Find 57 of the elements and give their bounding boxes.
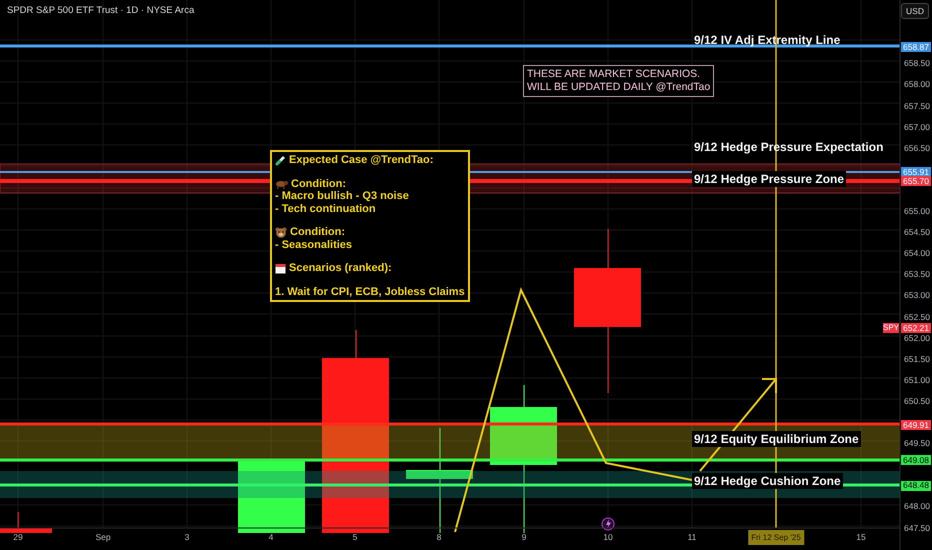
price-tick-label: 657.50	[904, 102, 930, 110]
level-label: 9/12 Hedge Pressure Zone	[692, 171, 846, 187]
calendar-icon	[275, 262, 286, 274]
date-tick-label: 11	[688, 533, 696, 542]
price-tick-label: 654.50	[904, 228, 930, 237]
note-heading: Condition:	[291, 178, 346, 190]
date-tick-label: 10	[603, 533, 613, 542]
note-line: 1. Wait for CPI, ECB, Jobless Claims	[275, 286, 465, 298]
symbol-title: SPDR S&P 500 ETF Trust · 1D · NYSE Arca	[7, 4, 194, 18]
price-tick-label: 652.50	[904, 312, 930, 321]
date-tick-label: 29	[13, 533, 23, 542]
scenario-notice: THESE ARE MARKET SCENARIOS. WILL BE UPDATED DAILY @TrendTao	[523, 65, 714, 97]
price-marker: 655.70	[901, 176, 931, 186]
price-tick-label: 658.50	[904, 59, 930, 68]
date-tick-label: 15	[856, 533, 866, 542]
price-tick-label: 653.50	[904, 270, 930, 279]
note-line: - Seasonalities	[275, 238, 354, 251]
price-tick-label: 653.00	[904, 291, 930, 300]
price-marker: 652.21	[901, 323, 931, 334]
price-tick-label: 656.50	[904, 144, 930, 152]
price-tick-label: 652.00	[904, 334, 930, 342]
price-marker: 658.87	[901, 42, 931, 52]
price-tick-label: 651.00	[904, 376, 930, 384]
date-tick-label: Sep	[95, 533, 111, 542]
level-label: 9/12 Equity Equilibrium Zone	[692, 431, 861, 447]
price-tick-label: 657.00	[904, 122, 930, 132]
note-line: - Tech continuation	[275, 202, 377, 215]
price-marker: 649.08	[901, 455, 931, 466]
price-tick-label: 648.00	[904, 502, 930, 511]
date-tick-label: 8	[436, 533, 442, 542]
price-marker: 655.91	[901, 167, 931, 178]
candle	[0, 512, 52, 533]
bull-icon	[275, 178, 288, 189]
crosshair-date-label: Fri 12 Sep '25	[748, 530, 804, 545]
date-tick-label: 3	[184, 533, 190, 542]
price-tick-label: 654.00	[904, 249, 930, 258]
price-marker: 649.91	[901, 420, 931, 430]
price-marker: 648.48	[901, 480, 931, 491]
note-heading: Expected Case @TrendTao:	[289, 154, 434, 166]
date-tick-label: 4	[268, 533, 274, 542]
level-label: 9/12 Hedge Cushion Zone	[692, 473, 843, 489]
note-line: - Macro bullish - Q3 noise	[275, 190, 410, 202]
symbol-tag: SPY	[883, 323, 899, 334]
test-tube-icon	[275, 154, 286, 166]
currency-button[interactable]: USD	[901, 3, 929, 19]
lightning-icon[interactable]	[602, 518, 614, 530]
note-heading: Condition:	[290, 226, 345, 238]
price-tick-label: 651.50	[904, 354, 930, 364]
date-tick-label: 5	[352, 533, 358, 542]
price-tick-label: 650.50	[904, 396, 930, 406]
price-tick-label: 655.00	[904, 207, 930, 216]
note-heading: Scenarios (ranked):	[289, 262, 392, 274]
price-tick-label: 658.00	[904, 80, 930, 89]
date-tick-label: 9	[522, 533, 526, 542]
price-tick-label: 649.50	[904, 439, 930, 448]
price-tick-label: 647.50	[904, 524, 930, 532]
bear-face-icon	[275, 226, 287, 238]
